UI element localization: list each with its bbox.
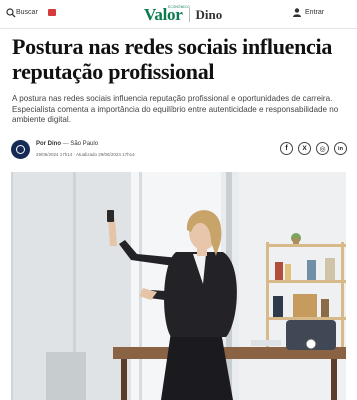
logo-divider	[188, 8, 190, 22]
share-x-icon[interactable]: X	[298, 142, 311, 155]
author-location: São Paulo	[70, 141, 99, 147]
site-logo[interactable]: Valor Dino	[144, 5, 223, 24]
share-facebook-icon[interactable]: f	[280, 142, 293, 155]
search-icon[interactable]	[6, 8, 16, 18]
avatar-logo-icon	[16, 145, 25, 154]
share-linkedin-icon[interactable]: in	[334, 142, 347, 155]
author-avatar	[11, 140, 30, 159]
author-name[interactable]: Por Dino	[36, 141, 61, 147]
globo-badge-icon[interactable]	[48, 9, 56, 16]
logo-valor: Valor	[144, 5, 183, 24]
user-icon[interactable]	[293, 8, 301, 17]
search-label[interactable]: Buscar	[16, 9, 38, 16]
top-bar: Buscar ECONÔMICO Valor Dino Entrar	[0, 0, 357, 29]
article-photo	[11, 172, 346, 400]
article-headline: Postura nas redes sociais influencia rep…	[12, 34, 333, 84]
byline: Por Dino — São Paulo	[36, 141, 98, 147]
share-whatsapp-icon[interactable]: ◎	[316, 142, 329, 155]
login-button[interactable]: Entrar	[305, 9, 324, 16]
publish-dates: 29/06/2024 17h14 · Atualizado 29/06/2024…	[36, 152, 135, 157]
logo-dino: Dino	[195, 7, 223, 22]
article-lead: A postura nas redes sociais influencia r…	[12, 94, 339, 124]
